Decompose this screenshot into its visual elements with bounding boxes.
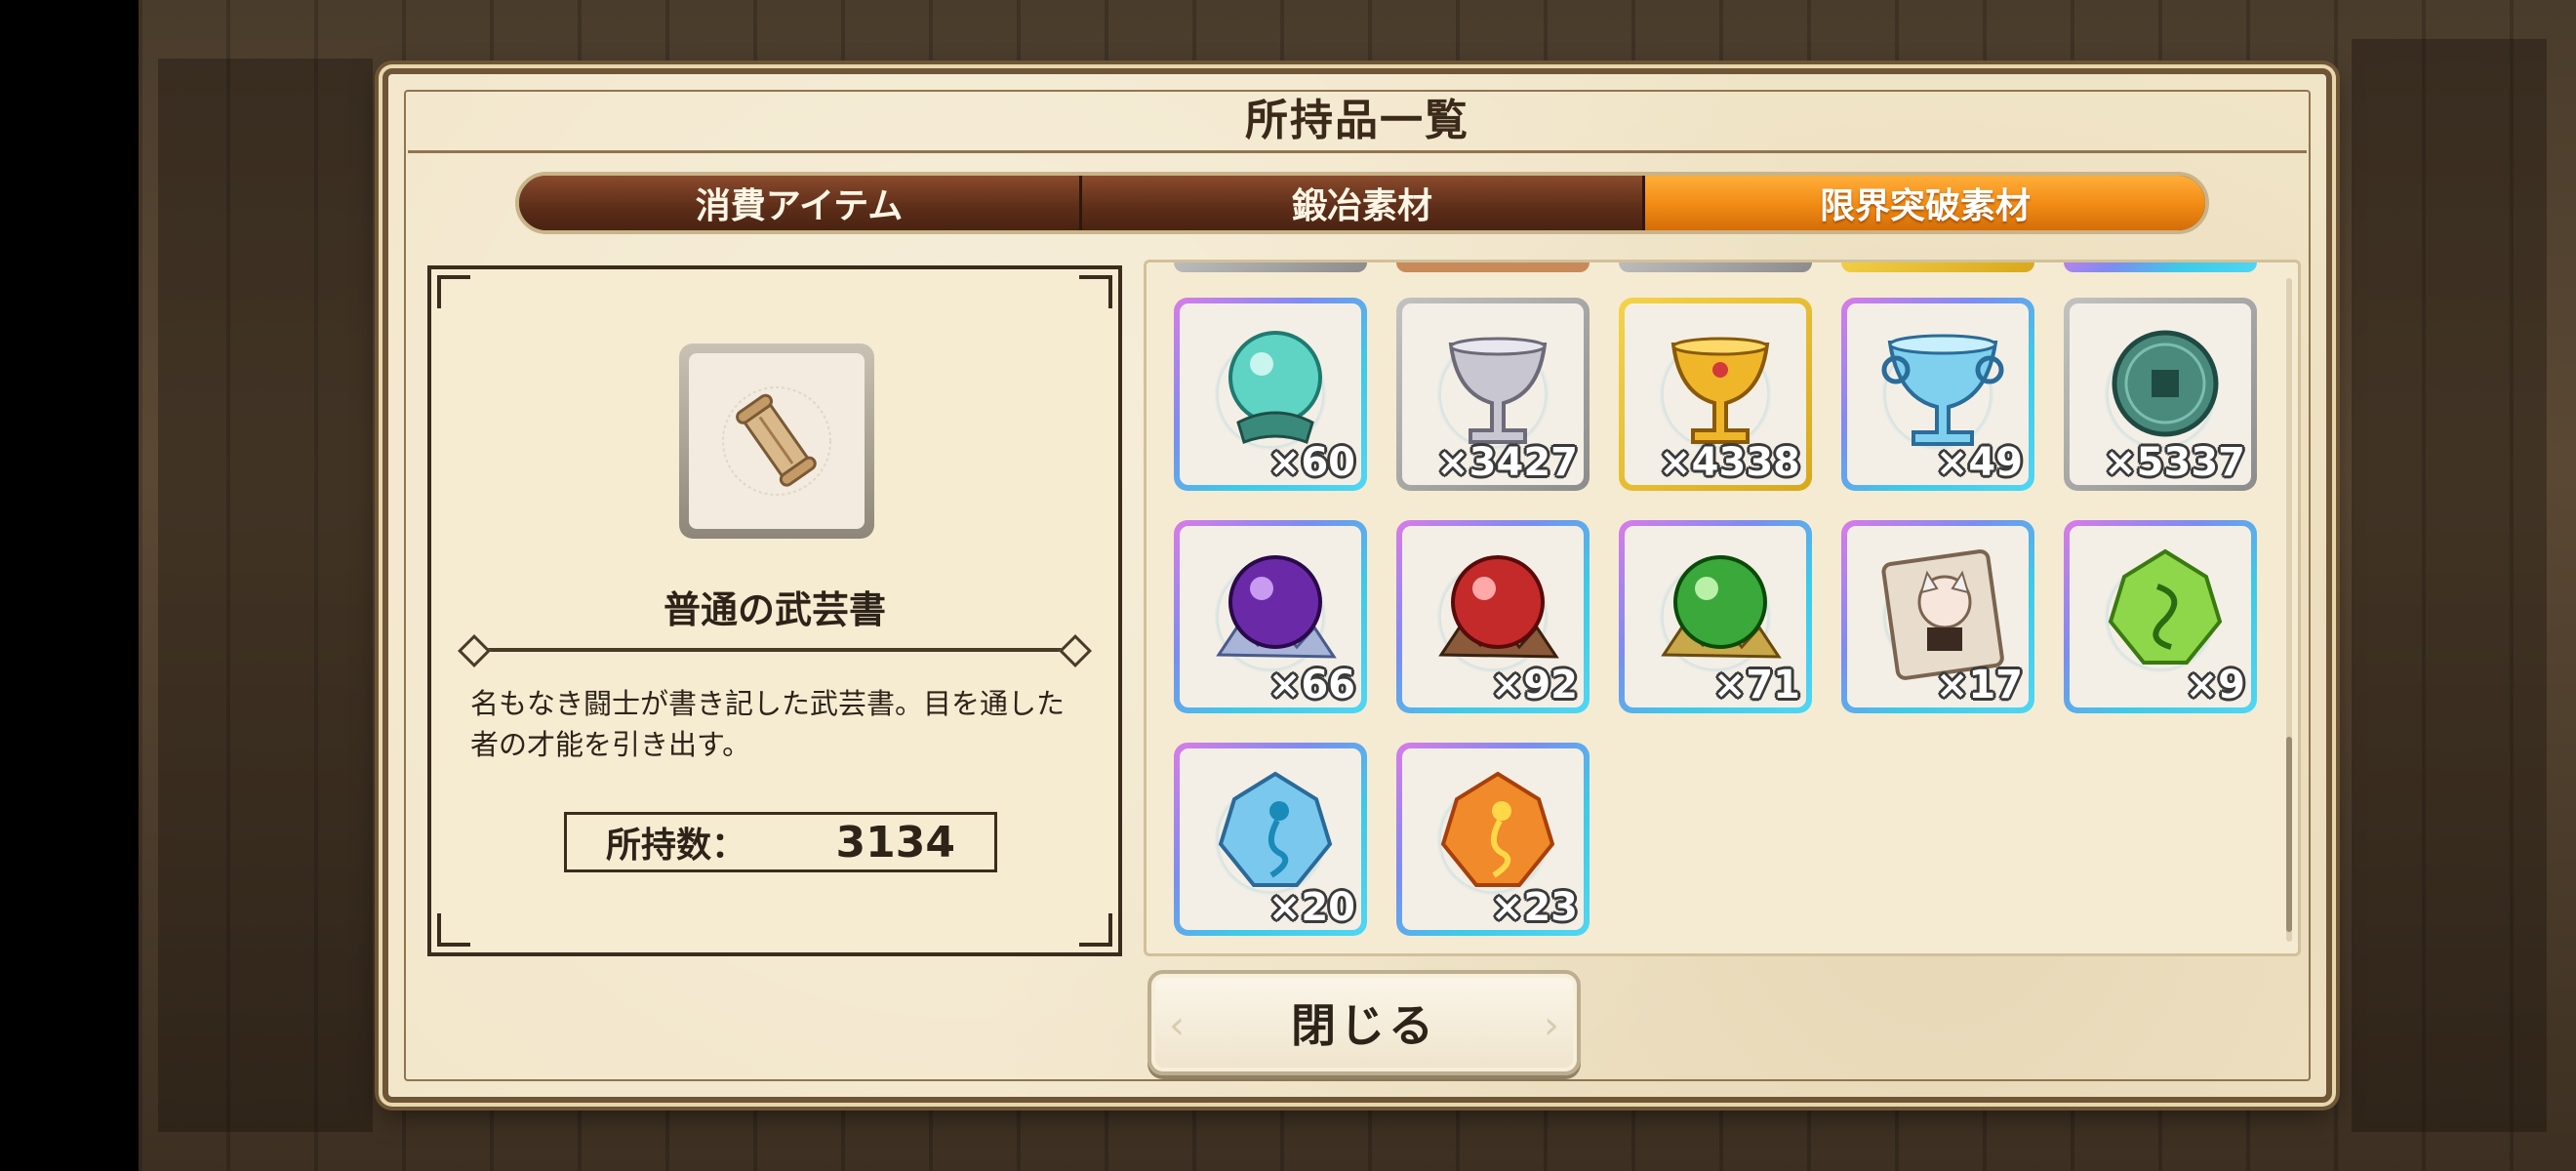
item-detail-panel: 普通の武芸書 名もなき闘士が書き記した武芸書。目を通した者の才能を引き出す。 所… <box>427 265 1122 956</box>
item-quantity: ×71 <box>1712 663 1800 707</box>
close-button[interactable]: ‹ 閉じる › <box>1147 970 1581 1075</box>
item-quantity: ×49 <box>1935 440 2023 485</box>
item-tile[interactable]: ×9 <box>2064 520 2257 713</box>
close-button-label: 閉じる <box>1291 999 1437 1052</box>
item-quantity: ×3427 <box>1436 440 1578 485</box>
item-quantity: ×4338 <box>1659 440 1800 485</box>
inventory-dialog: 所持品一覧 消費アイテム 鍛冶素材 限界突破素材 普通の武芸書 名もなき闘士が書… <box>382 68 2332 1103</box>
item-quantity: ×17 <box>1935 663 2023 707</box>
item-tile[interactable]: ×17 <box>1841 520 2034 713</box>
item-quantity: ×20 <box>1268 885 1355 930</box>
item-tile[interactable]: ×66 <box>1174 520 1367 713</box>
title-bar: 所持品一覧 <box>408 82 2307 153</box>
selected-item-name: 普通の武芸書 <box>663 588 886 631</box>
item-quantity: ×60 <box>1268 440 1355 485</box>
scroll-thumb[interactable] <box>2286 737 2292 932</box>
divider <box>474 648 1075 652</box>
item-quantity: ×23 <box>1490 885 1578 930</box>
tab-limit-break-materials[interactable]: 限界突破素材 <box>1645 176 2205 230</box>
item-tile[interactable]: ×49 <box>1841 298 2034 491</box>
tab-smithing-materials[interactable]: 鍛冶素材 <box>1082 176 1645 230</box>
owned-count-value: 3134 <box>835 817 955 868</box>
item-grid[interactable]: ×60 ×3427 ×4338 ×49 ×5337 ×66 ×92 ×71 ×1… <box>1144 260 2301 956</box>
black-letterbox <box>0 0 139 1171</box>
item-quantity: ×66 <box>1268 663 1355 707</box>
tab-bar: 消費アイテム 鍛冶素材 限界突破素材 <box>515 172 2209 234</box>
item-tile[interactable]: ×3427 <box>1396 298 1590 491</box>
item-quantity: ×5337 <box>2104 440 2245 485</box>
scrollbar[interactable] <box>2286 278 2292 942</box>
item-tile[interactable]: ×5337 <box>2064 298 2257 491</box>
scroll-icon <box>722 386 831 496</box>
selected-item-frame <box>679 343 874 539</box>
item-tile[interactable]: ×92 <box>1396 520 1590 713</box>
item-quantity: ×92 <box>1490 663 1578 707</box>
owned-count-box: 所持数： 3134 <box>564 812 997 872</box>
item-tile[interactable]: ×20 <box>1174 743 1367 936</box>
item-quantity: ×9 <box>2185 663 2245 707</box>
selected-item-description: 名もなき闘士が書き記した武芸書。目を通した者の才能を引き出す。 <box>470 687 1066 761</box>
item-tile[interactable]: ×60 <box>1174 298 1367 491</box>
owned-count-label: 所持数： <box>606 826 747 866</box>
dialog-title: 所持品一覧 <box>1245 96 1469 145</box>
item-tile[interactable]: ×71 <box>1619 520 1812 713</box>
item-tile[interactable]: ×4338 <box>1619 298 1812 491</box>
tab-consumables[interactable]: 消費アイテム <box>519 176 1082 230</box>
item-tile[interactable]: ×23 <box>1396 743 1590 936</box>
